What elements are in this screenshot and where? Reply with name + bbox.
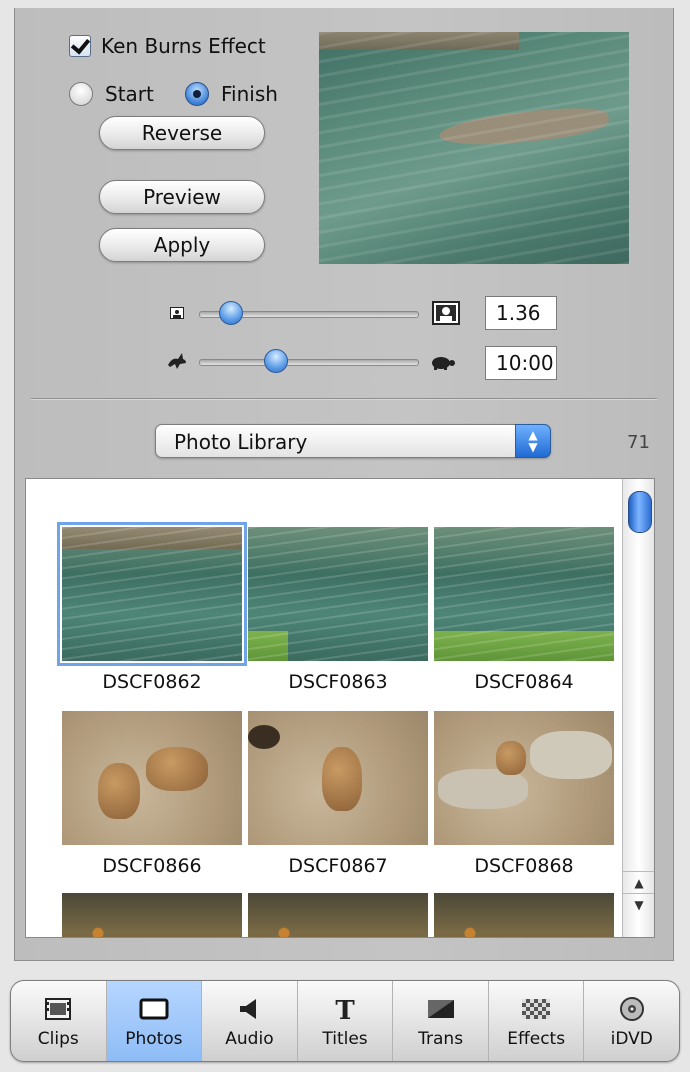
effects-icon [522, 995, 551, 1023]
scroll-down-arrow[interactable]: ▼ [623, 893, 654, 916]
idvd-icon [619, 995, 644, 1023]
ken-burns-label: Ken Burns Effect [101, 34, 266, 58]
photo-thumbnail[interactable] [248, 527, 428, 661]
ken-burns-checkbox-row[interactable]: Ken Burns Effect [69, 33, 266, 59]
start-radio-option[interactable]: Start [69, 80, 154, 108]
finish-radio-option[interactable]: Finish [185, 80, 278, 108]
photos-icon [139, 995, 169, 1023]
finish-radio[interactable] [185, 82, 209, 106]
scrollbar-thumb[interactable] [628, 491, 652, 533]
duration-slider-row: 10:00 [165, 346, 557, 380]
clips-icon [45, 995, 72, 1023]
rabbit-icon [165, 350, 189, 372]
zoom-slider-row: 1.36 [165, 296, 557, 330]
effects-button[interactable]: Effects [489, 981, 585, 1061]
svg-text:T: T [335, 996, 355, 1022]
vertical-scrollbar[interactable]: ▲ ▼ [622, 479, 654, 937]
start-label: Start [105, 82, 154, 106]
transitions-icon [427, 995, 455, 1023]
photo-caption: DSCF0863 [288, 671, 388, 693]
start-radio[interactable] [69, 82, 93, 106]
apply-button[interactable]: Apply [99, 228, 265, 262]
duration-slider-track[interactable] [199, 359, 419, 366]
ken-burns-checkbox[interactable] [69, 35, 91, 57]
photo-thumbnail[interactable] [62, 893, 242, 937]
small-photo-icon [169, 305, 185, 321]
large-photo-icon [431, 299, 461, 327]
photo-caption: DSCF0864 [474, 671, 574, 693]
photo-thumbnail[interactable] [434, 711, 614, 845]
photo-caption: DSCF0868 [474, 855, 574, 877]
titles-icon: T [333, 995, 357, 1023]
photo-count: 71 [627, 432, 650, 453]
scroll-up-arrow[interactable]: ▲ [623, 871, 654, 894]
photos-pane: Ken Burns Effect Start Finish Reverse Pr… [14, 8, 674, 961]
photo-caption: DSCF0866 [102, 855, 202, 877]
duration-value-field[interactable]: 10:00 [485, 346, 557, 380]
photo-thumbnail[interactable] [248, 711, 428, 845]
titles-button[interactable]: T Titles [298, 981, 394, 1061]
photo-thumbnail[interactable] [248, 893, 428, 937]
pane-toolbar: Clips Photos Audio T Titles Trans Effect… [10, 980, 680, 1062]
preview-button[interactable]: Preview [99, 180, 265, 214]
photo-thumbnail[interactable] [434, 893, 614, 937]
photo-source-selected: Photo Library [174, 430, 308, 454]
preview-monitor [319, 32, 629, 264]
photo-caption: DSCF0862 [102, 671, 202, 693]
photo-caption: DSCF0867 [288, 855, 388, 877]
idvd-button[interactable]: iDVD [584, 981, 679, 1061]
popup-arrows-icon: ▲ ▼ [515, 424, 551, 458]
duration-slider-thumb[interactable] [263, 349, 288, 373]
idvd-label: iDVD [610, 1029, 653, 1049]
divider [31, 398, 657, 399]
photo-source-popup[interactable]: Photo Library ▲ ▼ [155, 424, 551, 458]
audio-icon [238, 995, 260, 1023]
photo-thumbnail[interactable] [434, 527, 614, 661]
effects-label: Effects [507, 1029, 566, 1049]
photo-thumbnail[interactable] [62, 711, 242, 845]
turtle-icon [427, 352, 457, 372]
reverse-button[interactable]: Reverse [99, 116, 265, 150]
transitions-label: Trans [418, 1029, 464, 1049]
photos-label: Photos [125, 1029, 183, 1049]
audio-button[interactable]: Audio [202, 981, 298, 1061]
transitions-button[interactable]: Trans [393, 981, 489, 1061]
photos-button[interactable]: Photos [106, 981, 203, 1061]
zoom-value-field[interactable]: 1.36 [485, 296, 557, 330]
clips-label: Clips [37, 1029, 79, 1049]
audio-label: Audio [225, 1029, 274, 1049]
zoom-slider-thumb[interactable] [218, 301, 243, 325]
titles-label: Titles [322, 1029, 368, 1049]
photo-thumbnail[interactable] [57, 522, 247, 666]
finish-label: Finish [221, 82, 278, 106]
photo-browser[interactable]: DSCF0862 DSCF0863 DSCF0864 DSCF0866 DSCF… [25, 478, 655, 938]
clips-button[interactable]: Clips [11, 981, 107, 1061]
